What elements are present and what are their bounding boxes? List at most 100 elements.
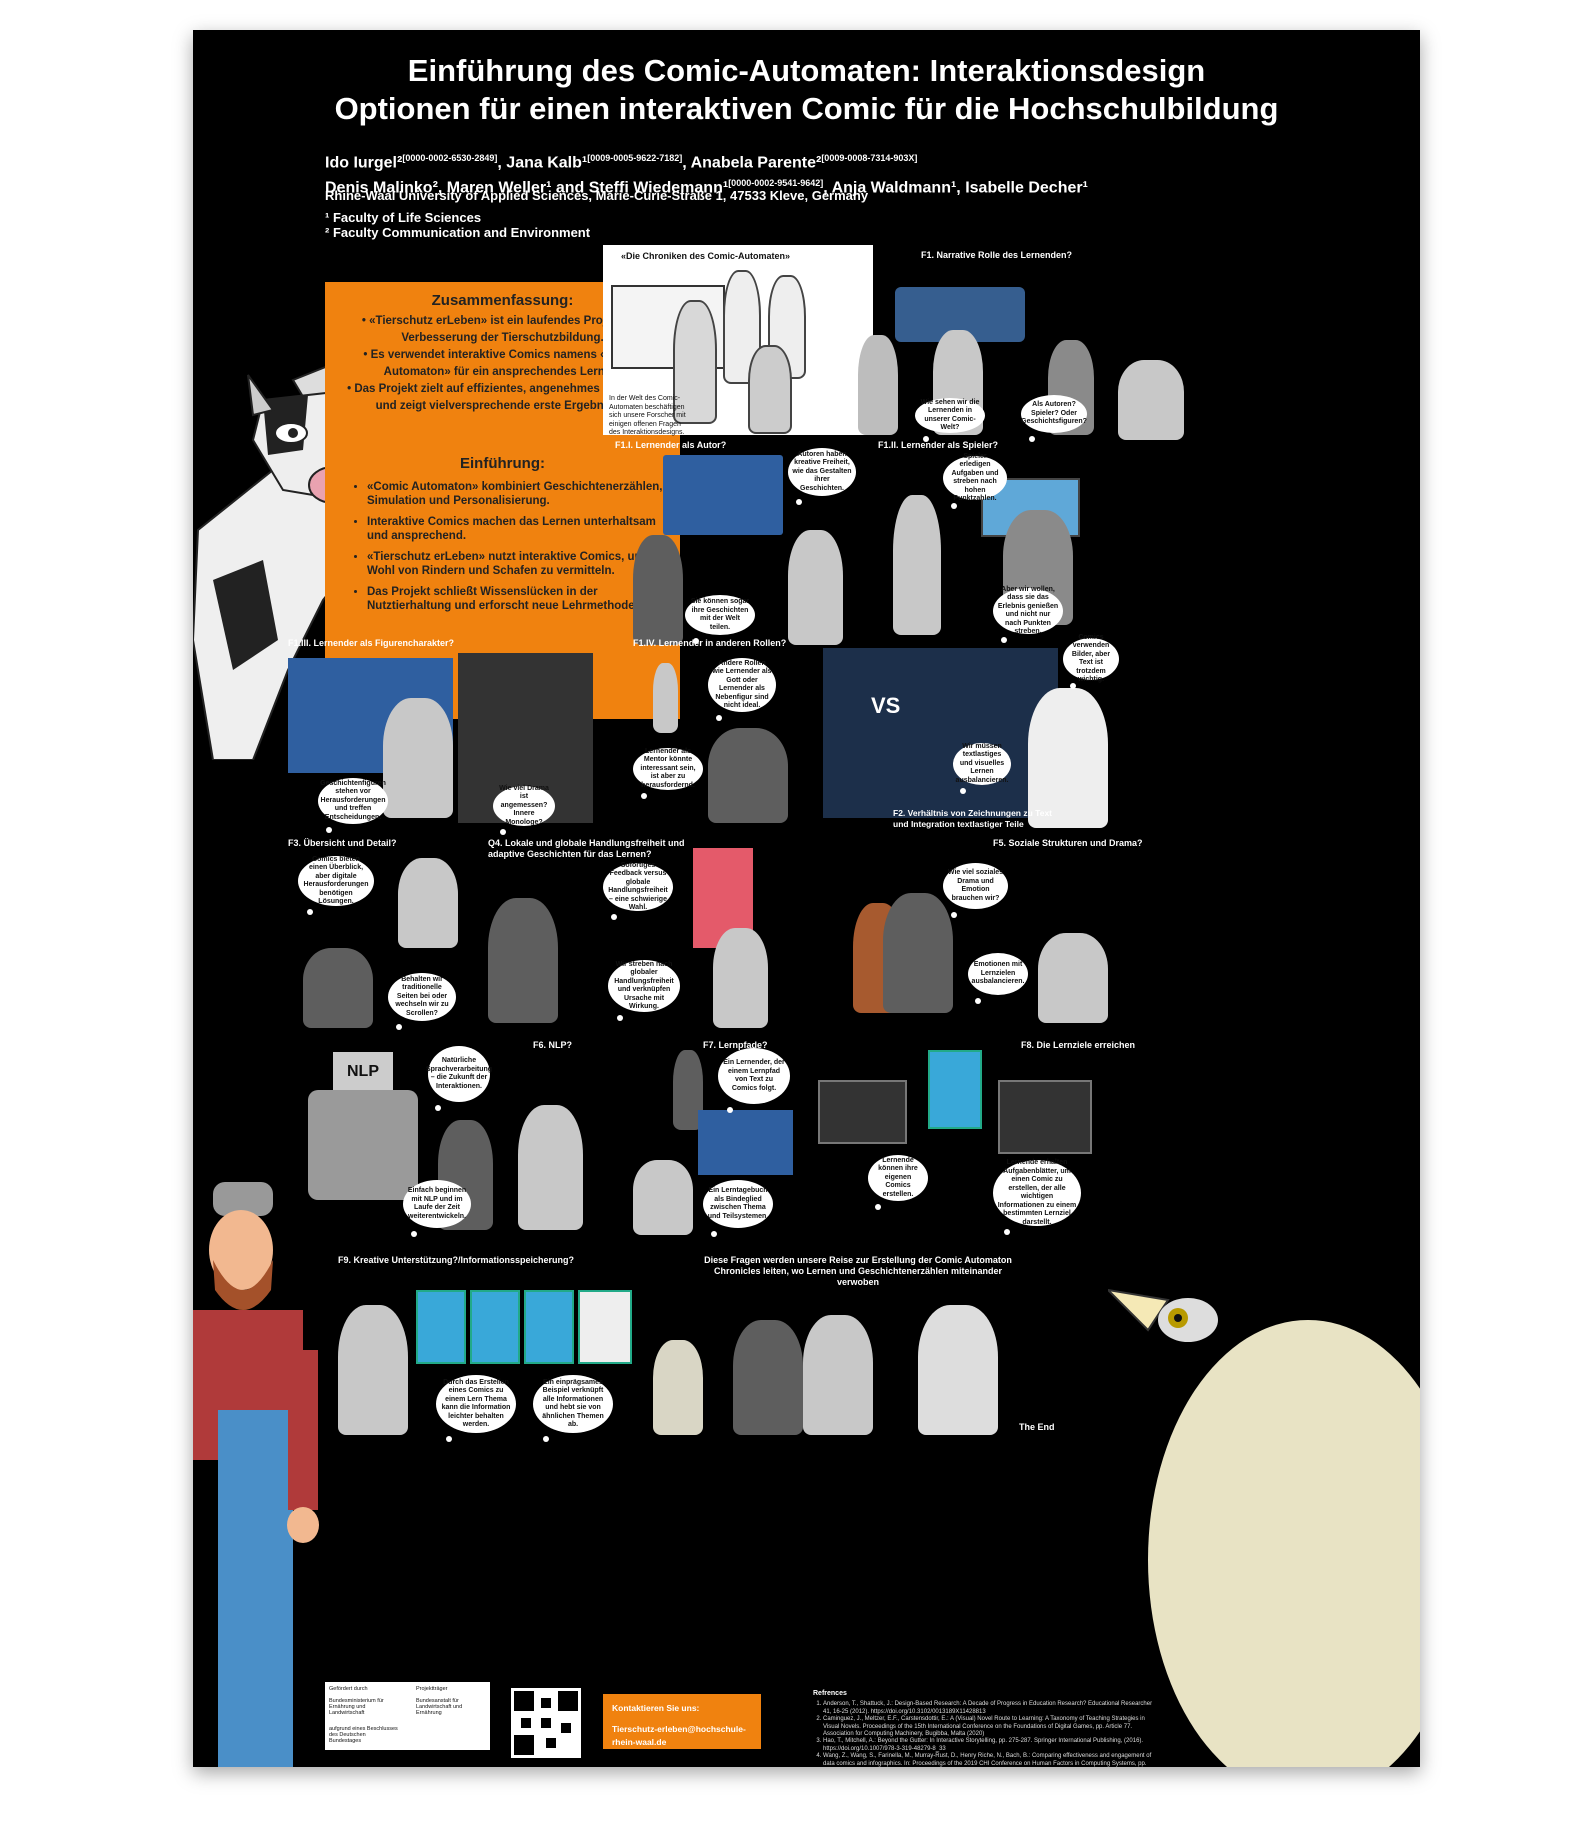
panel-title: F1.I. Lernender als Autor?: [615, 440, 727, 450]
panel-title: Diese Fragen werden unsere Reise zur Ers…: [693, 1255, 1023, 1288]
reference-item: Wang, Z., Wang, S., Farinella, M., Murra…: [823, 1753, 1153, 1767]
speech-bubble: Einfach beginnen mit NLP und im Laufe de…: [403, 1180, 471, 1237]
author-name: , Jana Kalb¹: [497, 154, 588, 172]
panel-f1iv: F1.IV. Lernender in anderen Rollen? Ande…: [623, 638, 808, 833]
funder-label: Gefördert durch: [329, 1686, 368, 1692]
author-name: , Anabela Parente²: [682, 154, 822, 172]
panel-f1i: F1.I. Lernender als Autor? Autoren haben…: [603, 440, 868, 650]
projekttraeger-label: Projektträger: [416, 1686, 448, 1692]
speech-bubble: Wie sehen wir die Lernenden in unserer C…: [915, 398, 985, 442]
speech-bubble: Lernende können ihre eigenen Comics erst…: [868, 1155, 928, 1210]
title-line-2: Optionen für einen interaktiven Comic fü…: [334, 91, 1279, 126]
sheep-illustration: [1108, 1288, 1420, 1767]
speech-bubble: Sofortiges Feedback versus globale Handl…: [603, 862, 673, 920]
orcid: [0009-0005-9622-7182]: [587, 153, 683, 163]
title-line-1: Einführung des Comic-Automaten: Interakt…: [407, 53, 1206, 88]
panel-caption: In der Welt des Comic-Automaten beschäft…: [609, 395, 686, 436]
the-end-label: The End: [1019, 1422, 1055, 1432]
speech-bubble: Durch das Erstellen eines Comics zu eine…: [436, 1375, 516, 1442]
references-heading: Refrences: [813, 1690, 847, 1697]
speech-bubble: Spieler erledigen Aufgaben und streben n…: [943, 453, 1007, 509]
speech-bubble: Ein einprägsames Beispiel verknüpft alle…: [533, 1375, 613, 1442]
speech-bubble: Comics bieten einen Überblick, aber digi…: [298, 856, 374, 915]
qr-code[interactable]: [511, 1688, 581, 1758]
speech-bubble: Wie viel Drama ist angemessen? Innere Mo…: [493, 785, 555, 835]
character-figure: [488, 898, 558, 1023]
vs-label: VS: [871, 693, 901, 718]
character-figure: [713, 928, 768, 1028]
character-figure: [883, 893, 953, 1013]
panel-title: F5. Soziale Strukturen und Drama?: [993, 838, 1143, 848]
speech-bubble: Lernender als Mentor könnte interessant …: [633, 748, 703, 799]
laptop-screen: [998, 1080, 1092, 1154]
faculty-2: ² Faculty Communication and Environment: [325, 225, 591, 240]
reference-item: Anderson, T., Shattuck, J.: Design-Based…: [823, 1701, 1153, 1716]
speech-bubble: Andere Rollen wie Lernender als Gott ode…: [708, 658, 776, 721]
speech-bubble: Lernende erhalten Aufgabenblätter, um ei…: [993, 1159, 1081, 1235]
panel-f7: F7. Lernpfade? Ein Lernender, der einem …: [613, 1040, 803, 1240]
panel-f3: F3. Übersicht und Detail? Comics bieten …: [288, 838, 473, 1033]
affiliation: Rhine-Waal University of Applied Science…: [325, 188, 869, 203]
contact-box: Kontaktieren Sie uns: Tierschutz-erleben…: [603, 1694, 761, 1749]
panel-title: F1.IV. Lernender in anderen Rollen?: [633, 638, 787, 648]
character-figure: [383, 698, 453, 818]
panel-q4: Q4. Lokale und globale Handlungsfreiheit…: [488, 838, 813, 1033]
panel-title: F1.II. Lernender als Spieler?: [878, 440, 999, 450]
farmer-illustration: [193, 1182, 319, 1767]
references: Refrences Anderson, T., Shattuck, J.: De…: [813, 1690, 1153, 1767]
character-figure: [803, 1315, 873, 1435]
comic-card: [470, 1290, 520, 1364]
character-figure: [858, 335, 898, 435]
panel-f6: F6. NLP? NLP Natürliche Sprachverarbeitu…: [303, 1040, 603, 1240]
panel-f5: F5. Soziale Strukturen und Drama? Wie vi…: [823, 838, 1143, 1033]
reference-item: Caminguez, J., Meltzer, E.F., Carstensdo…: [823, 1716, 1153, 1738]
contact-email-link[interactable]: Tierschutz-erleben@hochschule-rhein-waal…: [612, 1723, 752, 1749]
speech-bubble: Geschichtenfiguren stehen vor Herausford…: [318, 778, 388, 833]
funder-name: Bundesministerium für Ernährung und Land…: [329, 1698, 384, 1716]
faculty-list: ¹ Faculty of Life Sciences ² Faculty Com…: [325, 210, 590, 240]
sheep-figure: [653, 1340, 703, 1435]
character-figure: [733, 1320, 803, 1435]
panel-title: F2. Verhältnis von Zeichnungen zu Text u…: [893, 808, 1053, 829]
speech-bubble: Wir streben nach globaler Handlungsfreih…: [608, 960, 680, 1021]
panel-title: F9. Kreative Unterstützung?/Informations…: [338, 1255, 575, 1265]
cow-figure: [918, 1305, 998, 1435]
speech-bubble: Autoren haben kreative Freiheit, wie das…: [788, 448, 856, 505]
panel-title: F6. NLP?: [533, 1040, 573, 1050]
comic-card: [578, 1290, 632, 1364]
comic-card: [416, 1290, 466, 1364]
panel-f2: VS Comics verwenden Bilder, aber Text is…: [823, 634, 1123, 833]
speech-bubble: Sie können sogar ihre Geschichten mit de…: [685, 595, 755, 644]
comic-strip: [698, 1110, 793, 1175]
panel-title: «Die Chroniken des Comic-Automaten»: [621, 251, 791, 261]
comic-card: [524, 1290, 574, 1364]
funder-logos: Gefördert durch Bundesministerium für Er…: [325, 1682, 490, 1750]
speech-bubble: Ein Lerntagebuch als Bindeglied zwischen…: [703, 1180, 773, 1237]
panel-title: Q4. Lokale und globale Handlungsfreiheit…: [488, 838, 685, 859]
faculty-1: ¹ Faculty of Life Sciences: [325, 210, 482, 225]
character-figure: [788, 530, 843, 645]
character-figure: [633, 1160, 693, 1235]
speech-bubble: Emotionen mit Lernzielen ausbalancieren.: [968, 953, 1028, 1004]
character-figure: [398, 858, 458, 948]
panel-f1: F1. Narrative Rolle des Lernenden? Wie s…: [833, 245, 1323, 442]
speech-bubble: Ein Lernender, der einem Lernpfad von Te…: [718, 1048, 790, 1113]
comic-screen: [663, 455, 783, 535]
final-text-1: Diese Fragen werden unsere Reise zur Ers…: [704, 1255, 1012, 1265]
speech-bubble: Comics verwenden Bilder, aber Text ist t…: [1063, 634, 1119, 689]
speech-bubble: Behalten wir traditionelle Seiten bei od…: [388, 973, 456, 1030]
panel-f9: F9. Kreative Unterstützung?/Informations…: [338, 1255, 638, 1442]
orcid: [0000-0002-9541-9642]: [728, 178, 824, 189]
character-figure: [1038, 933, 1108, 1023]
speech-bubble: Als Autoren? Spieler? Oder Geschichtsfig…: [1021, 395, 1087, 442]
panel-f1ii: F1.II. Lernender als Spieler? Spieler er…: [873, 440, 1123, 650]
poster-title: Einführung des Comic-Automaten: Interakt…: [193, 52, 1420, 128]
panel-title: F1.III. Lernender als Figurencharakter?: [288, 638, 455, 648]
character-figure: [633, 535, 683, 645]
panel-title: F1. Narrative Rolle des Lernenden?: [921, 250, 1073, 260]
nlp-sign: NLP: [333, 1052, 393, 1092]
character-figure: [338, 1305, 408, 1435]
reference-item: Hao, T., Mitchell, A.: Beyond the Gutter…: [823, 1738, 1153, 1753]
speech-bubble: Natürliche Sprachverarbeitung – die Zuku…: [426, 1046, 492, 1111]
final-text-2: Chronicles leiten, wo Lernen und Geschic…: [713, 1266, 1003, 1287]
